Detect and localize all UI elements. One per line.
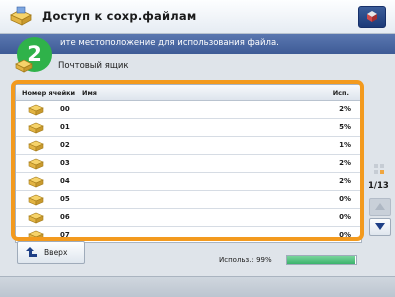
mailbox-list: Номер ячейки Имя Исп. 00 2% 01 5% 02 1% … bbox=[15, 84, 362, 243]
box-icon bbox=[28, 140, 44, 152]
column-header-name[interactable]: Имя bbox=[82, 89, 97, 97]
list-item[interactable]: 05 0% bbox=[16, 191, 361, 209]
box-usage: 1% bbox=[339, 141, 351, 149]
box-number: 04 bbox=[60, 177, 70, 185]
scroll-up-button[interactable] bbox=[369, 198, 391, 216]
box-number: 01 bbox=[60, 123, 70, 131]
usage-bar bbox=[286, 255, 357, 265]
list-item[interactable]: 02 1% bbox=[16, 137, 361, 155]
instruction-text: ите местоположение для использования фай… bbox=[60, 38, 279, 48]
box-number: 07 bbox=[60, 231, 70, 239]
box-usage: 2% bbox=[339, 177, 351, 185]
column-header-usage[interactable]: Исп. bbox=[333, 89, 349, 97]
page-title: Доступ к сохр.файлам bbox=[42, 9, 197, 23]
list-item[interactable]: 01 5% bbox=[16, 119, 361, 137]
list-item[interactable]: 03 2% bbox=[16, 155, 361, 173]
scroll-down-button[interactable] bbox=[369, 218, 391, 236]
box-usage: 0% bbox=[339, 195, 351, 203]
box-icon bbox=[28, 176, 44, 188]
usage-label: Использ.: 99% bbox=[219, 256, 272, 264]
list-item[interactable]: 00 2% bbox=[16, 101, 361, 119]
box-icon bbox=[28, 212, 44, 224]
arrow-up-left-icon bbox=[26, 247, 37, 257]
box-usage: 5% bbox=[339, 123, 351, 131]
list-header: Номер ячейки Имя Исп. bbox=[16, 85, 361, 101]
close-button[interactable] bbox=[358, 6, 386, 28]
box-icon bbox=[28, 158, 44, 170]
folder-stack-icon bbox=[10, 6, 32, 26]
triangle-down-icon bbox=[375, 223, 385, 230]
list-item[interactable]: 06 0% bbox=[16, 209, 361, 227]
box-number: 06 bbox=[60, 213, 70, 221]
box-usage: 2% bbox=[339, 159, 351, 167]
box-icon bbox=[28, 104, 44, 116]
instruction-bar: ите местоположение для использования фай… bbox=[0, 34, 395, 54]
page-indicator: 1/13 bbox=[368, 181, 389, 191]
box-number: 02 bbox=[60, 141, 70, 149]
pages-icon bbox=[374, 164, 384, 174]
box-icon bbox=[28, 194, 44, 206]
mailbox-icon bbox=[15, 59, 33, 73]
box-usage: 2% bbox=[339, 105, 351, 113]
usage-bar-fill bbox=[287, 256, 355, 264]
list-item[interactable]: 04 2% bbox=[16, 173, 361, 191]
box-usage: 0% bbox=[339, 231, 351, 239]
title-bar: Доступ к сохр.файлам bbox=[0, 0, 395, 34]
box-number: 03 bbox=[60, 159, 70, 167]
status-bar bbox=[0, 276, 395, 297]
column-header-number[interactable]: Номер ячейки bbox=[22, 89, 75, 97]
up-button[interactable]: Вверх bbox=[17, 241, 85, 264]
location-label: Почтовый ящик bbox=[58, 61, 129, 71]
close-icon bbox=[367, 11, 377, 22]
box-usage: 0% bbox=[339, 213, 351, 221]
box-icon bbox=[28, 122, 44, 134]
box-number: 05 bbox=[60, 195, 70, 203]
location-row: Почтовый ящик bbox=[0, 55, 395, 77]
triangle-up-icon bbox=[375, 203, 385, 210]
up-button-label: Вверх bbox=[44, 248, 68, 257]
box-number: 00 bbox=[60, 105, 70, 113]
